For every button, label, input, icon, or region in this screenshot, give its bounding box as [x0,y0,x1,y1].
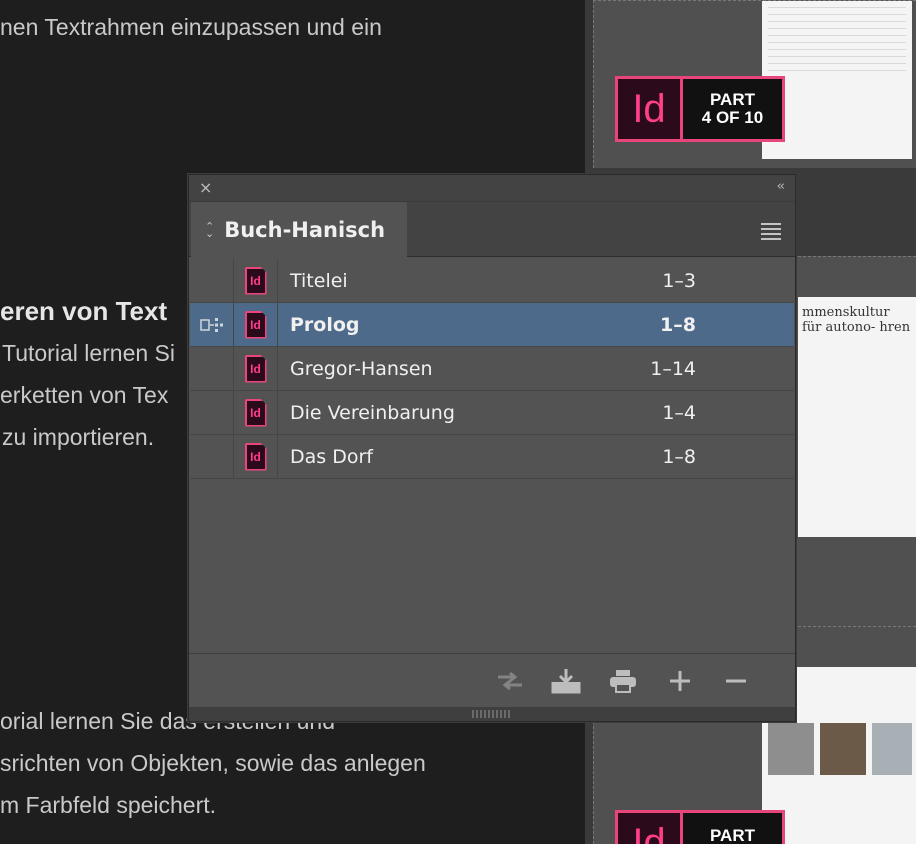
document-page-range: 1–14 [650,357,696,380]
article-line-2: Tutorial lernen Si [2,340,176,366]
article-line-3: erketten von Tex [0,382,169,408]
book-panel: × ‹‹ ⌃ ⌄ Buch-Hanisch Id Titelei 1–3 Id … [188,174,796,722]
style-source-icon [199,317,223,332]
panel-titlebar[interactable]: × ‹‹ [189,175,795,202]
document-name: Die Vereinbarung [290,401,455,424]
document-name: Das Dorf [290,445,373,468]
icon-cell: Id [234,258,278,303]
article-heading: eren von Text [0,296,168,326]
synchronize-icon[interactable] [495,668,525,694]
document-row-das-dorf[interactable]: Id Das Dorf 1–8 [190,434,794,479]
tab-label: Buch-Hanisch [224,218,386,242]
article-line-7: m Farbfeld speichert. [0,792,217,818]
indesign-logo-icon: Id [615,76,683,142]
status-cell [190,302,234,347]
panel-footer-toolbar [189,653,795,707]
page-preview: mmenskultur für autono- hren [798,297,916,537]
book-document-list: Id Titelei 1–3 Id Prolog 1–8 Id Gregor-H… [190,258,794,479]
panel-menu-icon[interactable] [761,223,781,243]
document-page-range: 1–3 [662,269,696,292]
article-line-1: nen Textrahmen einzupassen und ein [0,14,382,40]
document-page-range: 1–8 [662,445,696,468]
indesign-document-icon: Id [244,398,267,427]
part-label: PART 4 OF 10 [683,76,785,142]
status-cell [190,390,234,435]
icon-cell: Id [234,346,278,391]
panel-tabbar: ⌃ ⌄ Buch-Hanisch [189,202,795,258]
remove-document-icon[interactable] [721,668,751,694]
icon-cell: Id [234,390,278,435]
status-cell [190,346,234,391]
article-line-6: srichten von Objekten, sowie das anlegen [0,750,426,776]
document-row-titelei[interactable]: Id Titelei 1–3 [190,258,794,303]
indesign-document-icon: Id [244,310,267,339]
collapse-icon[interactable]: ‹‹ [777,179,786,194]
document-name: Gregor-Hansen [290,357,433,380]
print-book-icon[interactable] [608,668,638,694]
save-book-icon[interactable] [551,668,581,694]
icon-cell: Id [234,434,278,479]
part-badge-top: Id PART 4 OF 10 [615,76,785,142]
panel-resize-grip[interactable] [189,707,795,721]
indesign-logo-icon: Id [615,810,683,844]
part-badge-bottom: Id PART [615,810,785,844]
document-name: Titelei [290,269,348,292]
document-page-range: 1–4 [662,401,696,424]
document-row-prolog[interactable]: Id Prolog 1–8 [190,302,794,347]
tab-buch-hanisch[interactable]: ⌃ ⌄ Buch-Hanisch [191,202,407,258]
indesign-document-icon: Id [244,354,267,383]
indesign-document-icon: Id [244,266,267,295]
document-name: Prolog [290,313,360,336]
page-snippet: mmenskultur für autono- hren [802,305,911,335]
updown-chevron-icon: ⌃ ⌄ [205,220,215,240]
article-line-4: zu importieren. [2,424,155,450]
document-page-range: 1–8 [660,313,696,336]
indesign-document-icon: Id [244,442,267,471]
status-cell [190,434,234,479]
document-row-gregor-hansen[interactable]: Id Gregor-Hansen 1–14 [190,346,794,391]
part-label: PART [683,810,785,844]
icon-cell: Id [234,302,278,347]
status-cell [190,258,234,303]
close-icon[interactable]: × [199,178,212,197]
document-row-die-vereinbarung[interactable]: Id Die Vereinbarung 1–4 [190,390,794,435]
add-document-icon[interactable] [665,668,695,694]
